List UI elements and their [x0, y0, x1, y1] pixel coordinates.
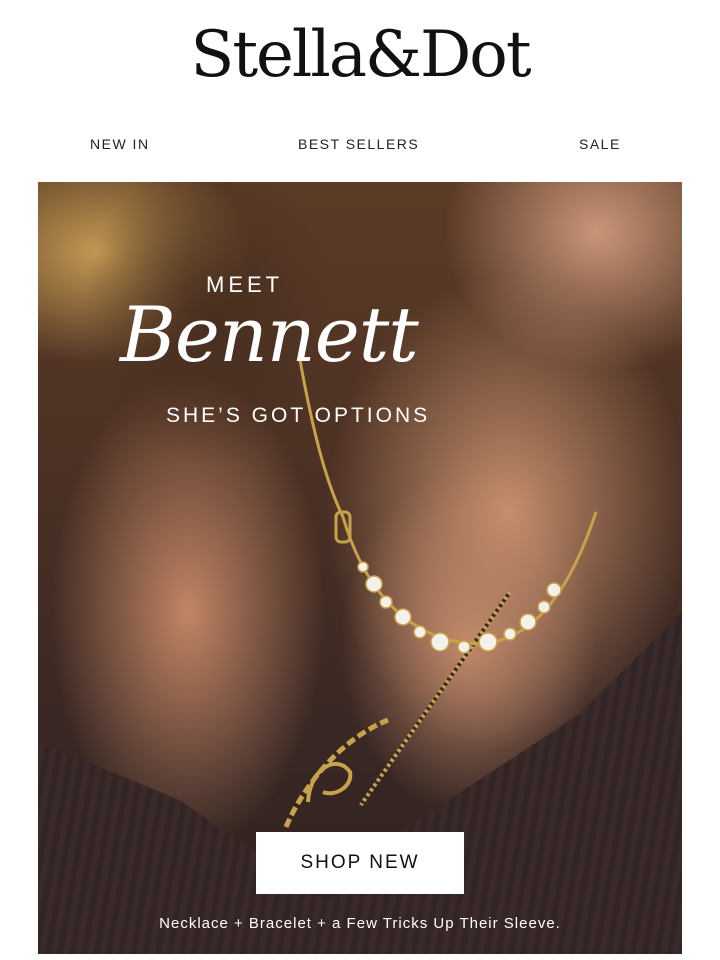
hero-title: Bennett: [120, 290, 419, 379]
nav-sale[interactable]: SALE: [579, 136, 621, 152]
shop-new-button[interactable]: SHOP NEW: [256, 832, 464, 894]
nav-new-in[interactable]: NEW IN: [90, 136, 150, 152]
hero-subtitle: SHE’S GOT OPTIONS: [166, 404, 431, 427]
brand-logo[interactable]: Stella&Dot: [0, 18, 720, 92]
nav-best-sellers[interactable]: BEST SELLERS: [298, 136, 419, 152]
hero-banner[interactable]: MEET Bennett SHE’S GOT OPTIONS SHOP NEW …: [38, 182, 682, 954]
main-nav: NEW IN BEST SELLERS SALE: [0, 136, 720, 156]
hero-caption: Necklace + Bracelet + a Few Tricks Up Th…: [159, 915, 561, 932]
